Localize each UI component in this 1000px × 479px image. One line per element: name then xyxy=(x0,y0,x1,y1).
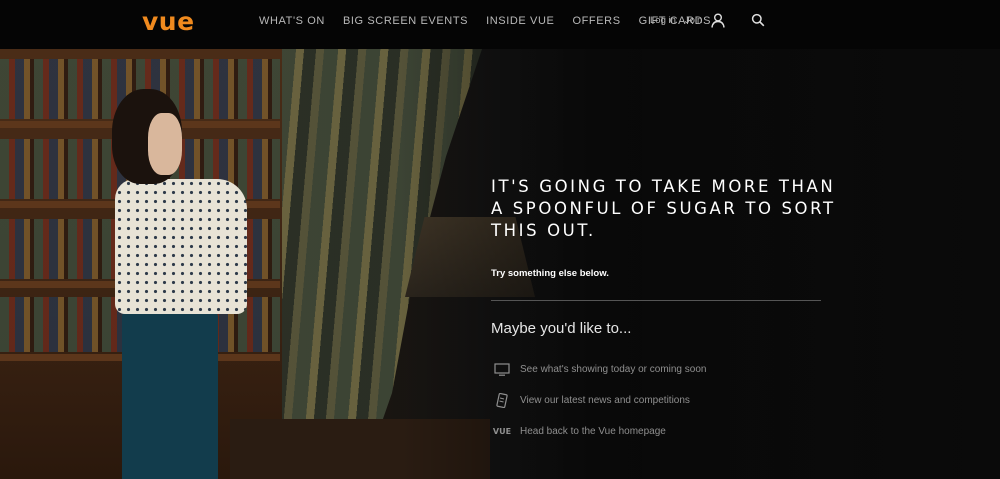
nav-whats-on[interactable]: WHAT'S ON xyxy=(259,15,325,27)
suggestion-label: View our latest news and competitions xyxy=(520,394,690,406)
account-links: Log in Join xyxy=(650,15,711,26)
suggestion-homepage[interactable]: VUE Head back to the Vue homepage xyxy=(493,424,666,438)
suggestion-whats-showing[interactable]: See what's showing today or coming soon xyxy=(493,362,706,376)
vue-logo-icon-text: VUE xyxy=(492,426,512,436)
divider xyxy=(491,300,821,301)
login-link[interactable]: Log in xyxy=(650,15,676,26)
suggestion-news[interactable]: View our latest news and competitions xyxy=(493,392,690,408)
error-hero xyxy=(0,49,1000,479)
join-link[interactable]: Join xyxy=(685,15,702,26)
nav-big-screen-events[interactable]: BIG SCREEN EVENTS xyxy=(343,15,468,27)
screen-icon xyxy=(493,362,511,376)
suggestions-heading: Maybe you'd like to... xyxy=(491,320,632,337)
vue-logo[interactable]: vue xyxy=(142,8,195,36)
nav-inside-vue[interactable]: INSIDE VUE xyxy=(486,15,554,27)
error-headline: IT'S GOING TO TAKE MORE THAN A SPOONFUL … xyxy=(491,177,836,240)
ticket-icon xyxy=(493,392,511,408)
vue-logo-icon: VUE xyxy=(493,424,511,438)
nav-offers[interactable]: OFFERS xyxy=(572,15,620,27)
hero-vignette xyxy=(0,49,1000,479)
suggestion-label: See what's showing today or coming soon xyxy=(520,363,707,375)
user-icon[interactable] xyxy=(711,13,725,28)
search-icon[interactable] xyxy=(751,13,765,27)
top-navigation-bar: vue WHAT'S ON BIG SCREEN EVENTS INSIDE V… xyxy=(0,0,1000,49)
suggestion-label: Head back to the Vue homepage xyxy=(520,425,666,437)
error-subline: Try something else below. xyxy=(491,268,609,279)
